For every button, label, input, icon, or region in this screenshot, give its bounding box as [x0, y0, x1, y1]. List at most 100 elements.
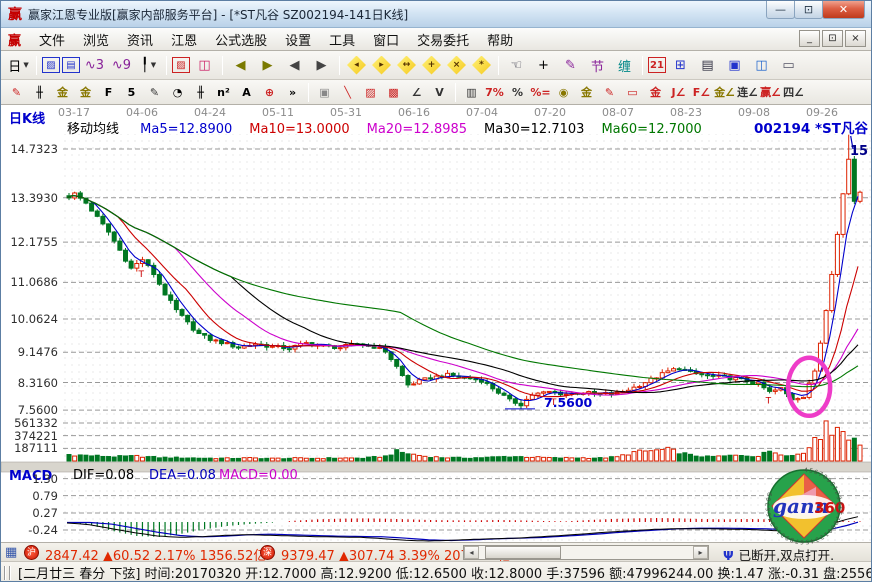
box-tool[interactable]: ▭: [622, 83, 643, 102]
save-icon[interactable]: ▣: [722, 54, 747, 76]
notes-icon[interactable]: ▤: [62, 57, 80, 73]
prev-bar-button[interactable]: ◀: [282, 54, 307, 76]
label-tool[interactable]: ✎: [558, 54, 583, 76]
scrollbar-track[interactable]: [479, 546, 693, 559]
f-angle-tool[interactable]: F∠: [691, 83, 712, 102]
date-label: 09-08: [737, 106, 771, 119]
child-minimize-button[interactable]: _: [799, 30, 820, 47]
angle-line-tool[interactable]: ∠: [406, 83, 427, 102]
toolbar-separator: [498, 56, 499, 75]
menu-item-0[interactable]: 文件: [30, 28, 74, 51]
menu-item-5[interactable]: 设置: [276, 28, 320, 51]
ma-legend-item-1: Ma5=12.8900: [140, 122, 232, 137]
gann-tool-icon[interactable]: 节: [585, 54, 610, 76]
period-daily-selector[interactable]: 日▼: [6, 54, 31, 76]
scroll-left-button[interactable]: ◂: [464, 546, 479, 559]
lian-angle-tool[interactable]: 连∠: [737, 83, 758, 102]
gann-nav-x-icon[interactable]: ×: [447, 56, 466, 75]
menu-item-9[interactable]: 帮助: [478, 28, 522, 51]
title-bar: 赢 赢家江恩专业版[赢家内部服务平台] - [*ST凡谷 SZ002194-14…: [1, 1, 871, 28]
tick-chart-icon[interactable]: ◫: [192, 54, 217, 76]
first-bar-button[interactable]: ◀: [228, 54, 253, 76]
gold-ruler-tool[interactable]: 金: [52, 83, 73, 102]
menu-item-2[interactable]: 资讯: [118, 28, 162, 51]
si-angle-tool[interactable]: 四∠: [783, 83, 804, 102]
bar-info-text: [二月廿三 春分 下弦] 时间:20170320 开:12.7000 高:12.…: [18, 563, 872, 582]
ma-legend-item-4: Ma30=12.7103: [484, 122, 584, 137]
wave-3-icon[interactable]: ∿3: [82, 54, 107, 76]
grid-icon[interactable]: ▦: [5, 545, 17, 560]
grid-shade2-tool[interactable]: ▩: [383, 83, 404, 102]
menu-item-7[interactable]: 窗口: [364, 28, 408, 51]
gold-angle-tool[interactable]: 金∠: [714, 83, 735, 102]
range-stats-icon[interactable]: ▨: [172, 57, 190, 73]
pane-label-daily-kline: 日K线: [9, 108, 45, 127]
toolbar-separator: [339, 56, 340, 75]
mirror-tool[interactable]: A: [236, 83, 257, 102]
wave-9-icon[interactable]: ∿9: [109, 54, 134, 76]
macd-axis-label: 0.27: [1, 506, 58, 520]
price-mark-tool[interactable]: ✎: [599, 83, 620, 102]
gann-nav-left-icon[interactable]: ◂: [347, 56, 366, 75]
low-price-callout: 7.5600: [544, 395, 592, 410]
next-bar-button[interactable]: ▶: [309, 54, 334, 76]
j-angle-tool[interactable]: J∠: [668, 83, 689, 102]
grid-tool[interactable]: ▣: [314, 83, 335, 102]
percent-line-tool[interactable]: %=: [530, 83, 551, 102]
gold-tool[interactable]: 金: [645, 83, 666, 102]
pan-hand-tool[interactable]: ☜: [504, 54, 529, 76]
measure-tool[interactable]: ✎: [144, 83, 165, 102]
crosshair-tool[interactable]: +: [531, 54, 556, 76]
child-close-button[interactable]: ×: [845, 30, 866, 47]
more-tools-button[interactable]: »: [282, 83, 303, 102]
gann-nav-cross-icon[interactable]: +: [422, 56, 441, 75]
date-label: 07-20: [533, 106, 567, 119]
menu-item-3[interactable]: 江恩: [162, 28, 206, 51]
notepad-icon[interactable]: ▤: [695, 54, 720, 76]
scrollbar-thumb[interactable]: [485, 546, 561, 559]
gold-circle-tool[interactable]: ◉: [553, 83, 574, 102]
calculator-icon[interactable]: ⊞: [668, 54, 693, 76]
gann-nav-both-icon[interactable]: ↔: [397, 56, 416, 75]
fan-lines-tool[interactable]: ╲: [337, 83, 358, 102]
gann-ruler-tool[interactable]: ╫: [29, 83, 50, 102]
gripper: [9, 566, 11, 580]
share-icon[interactable]: ◫: [749, 54, 774, 76]
window-minimize-button[interactable]: —: [766, 1, 795, 19]
chan-pattern-icon[interactable]: ▨: [42, 57, 60, 73]
window-close-button[interactable]: ✕: [822, 1, 865, 19]
percent-tool[interactable]: %: [507, 83, 528, 102]
time-cycle-tool[interactable]: ◔: [167, 83, 188, 102]
printer-icon[interactable]: ▭: [776, 54, 801, 76]
calendar-icon[interactable]: 21: [648, 57, 666, 73]
spiral-tool[interactable]: 5: [121, 83, 142, 102]
menu-item-8[interactable]: 交易委托: [408, 28, 478, 51]
ying-angle-tool[interactable]: 赢∠: [760, 83, 781, 102]
scroll-right-button[interactable]: ▸: [693, 546, 708, 559]
kline-style-selector[interactable]: ╿▼: [136, 54, 161, 76]
grid-shade-tool[interactable]: ▨: [360, 83, 381, 102]
tick-ruler-tool[interactable]: ╫: [190, 83, 211, 102]
menu-item-1[interactable]: 浏览: [74, 28, 118, 51]
child-restore-button[interactable]: ⊡: [822, 30, 843, 47]
window-maximize-button[interactable]: ⊡: [794, 1, 823, 19]
horizontal-scrollbar[interactable]: ◂ ▸: [463, 545, 709, 560]
stats-panel-tool[interactable]: ▥: [461, 83, 482, 102]
gann-nav-star-icon[interactable]: *: [472, 56, 491, 75]
gold-line-tool[interactable]: 金: [576, 83, 597, 102]
draw-rocket-tool[interactable]: ✎: [6, 83, 27, 102]
gann-nav-right-icon[interactable]: ▸: [372, 56, 391, 75]
n-square-tool[interactable]: n²: [213, 83, 234, 102]
menu-logo-icon: 赢: [8, 30, 21, 49]
chan-line-icon[interactable]: 缠: [612, 54, 637, 76]
v-line-tool[interactable]: V: [429, 83, 450, 102]
target-tool[interactable]: ⊕: [259, 83, 280, 102]
f-ruler-tool[interactable]: F: [98, 83, 119, 102]
menu-item-4[interactable]: 公式选股: [206, 28, 276, 51]
gold-ruler2-tool[interactable]: 金: [75, 83, 96, 102]
last-bar-button[interactable]: ▶: [255, 54, 280, 76]
price-axis-label: 14.7323: [1, 142, 58, 156]
percent-zone-tool[interactable]: 7%: [484, 83, 505, 102]
menu-item-6[interactable]: 工具: [320, 28, 364, 51]
chart-area[interactable]: TTT 日K线 移动均线 Ma5=12.8900Ma10=13.0000Ma20…: [1, 105, 872, 542]
